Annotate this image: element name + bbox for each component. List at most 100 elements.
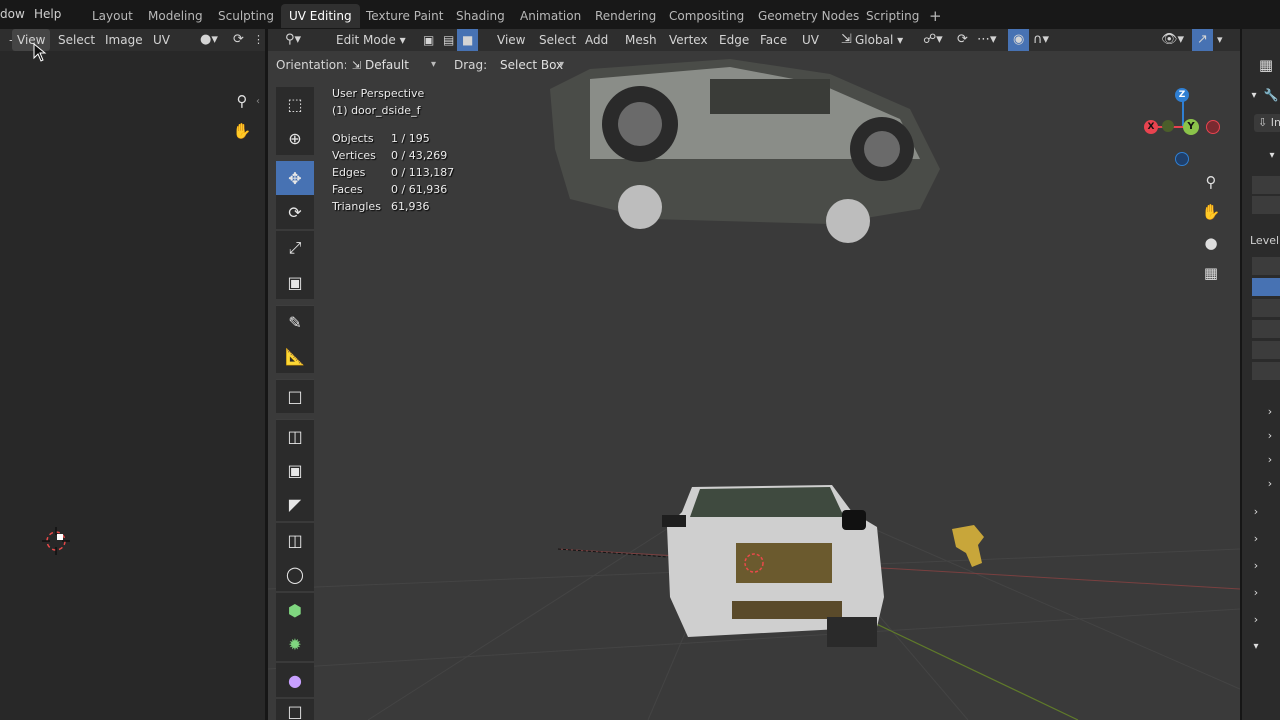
tab-compositing[interactable]: Compositing	[661, 4, 752, 28]
list-item-selected[interactable]	[1252, 278, 1280, 296]
expand-arrow-icon[interactable]: ›	[1262, 447, 1278, 471]
camera-view-icon[interactable]: ●	[1199, 231, 1223, 255]
list-item-6[interactable]	[1252, 362, 1280, 380]
vp-menu-add[interactable]: Add	[580, 29, 613, 51]
tab-rendering[interactable]: Rendering	[587, 4, 664, 28]
wrench-icon[interactable]: 🔧	[1262, 83, 1280, 107]
property-field-2[interactable]	[1252, 196, 1280, 214]
tab-animation[interactable]: Animation	[512, 4, 589, 28]
visibility-icon[interactable]: 👁▾	[1156, 29, 1189, 51]
subpanel-arrow-icon[interactable]: ▾	[1264, 143, 1280, 167]
bevel-tool-icon[interactable]: ◤	[276, 487, 314, 521]
tab-sculpting[interactable]: Sculpting	[210, 4, 282, 28]
list-item-5[interactable]	[1252, 341, 1280, 359]
properties-panel[interactable]: ▦ ▾ 🔧 ⇩ In ▾ Level › › › › › › › › › ▾	[1240, 29, 1280, 720]
expand-arrow-icon[interactable]: ›	[1248, 607, 1264, 631]
snap-icon[interactable]: ⟳	[952, 29, 973, 51]
gizmo-neg-y-axis[interactable]	[1162, 120, 1174, 132]
tab-modeling[interactable]: Modeling	[140, 4, 211, 28]
expand-arrow-icon[interactable]: ›	[1248, 526, 1264, 550]
perspective-toggle-icon[interactable]: ▦	[1199, 261, 1223, 285]
proportional-edit-icon[interactable]: ◉	[1008, 29, 1030, 51]
scale-tool-icon[interactable]: ⤢	[276, 231, 314, 265]
cursor-tool-icon[interactable]: ⊕	[276, 121, 314, 155]
gizmo-x-axis[interactable]: X	[1144, 120, 1158, 134]
measure-tool-icon[interactable]: 📐	[276, 339, 314, 373]
mode-selector[interactable]: Edit Mode ▾	[316, 29, 411, 51]
snap-target-icon[interactable]: ⋯▾	[972, 29, 1002, 51]
move-tool-icon[interactable]: ✥	[276, 161, 314, 195]
vertex-select-icon[interactable]: ▣	[418, 29, 439, 51]
properties-button[interactable]: ⇩ In	[1254, 114, 1280, 132]
pivot-point-icon[interactable]: ●▾	[195, 29, 223, 51]
smooth-tool-icon[interactable]: ●	[276, 663, 314, 697]
expand-arrow-icon[interactable]: ›	[1248, 553, 1264, 577]
tab-geometry-nodes[interactable]: Geometry Nodes	[750, 4, 867, 28]
vp-menu-face[interactable]: Face	[755, 29, 792, 51]
uv-menu-select[interactable]: Select	[53, 29, 100, 51]
pivot-icon[interactable]: ☍▾	[918, 29, 948, 51]
expand-arrow-icon[interactable]: ›	[1248, 580, 1264, 604]
gizmo-y-axis[interactable]: Y	[1183, 119, 1199, 135]
spin-tool-icon[interactable]: ✹	[276, 627, 314, 661]
navigation-gizmo[interactable]: Z Y X	[1138, 84, 1228, 174]
shear-tool-icon[interactable]: □	[276, 699, 314, 720]
zoom-view-icon[interactable]: ⚲	[1199, 170, 1223, 194]
vp-menu-vertex[interactable]: Vertex	[664, 29, 713, 51]
properties-extra-icon[interactable]: ▦	[1254, 53, 1278, 77]
tab-texture-paint[interactable]: Texture Paint	[358, 4, 451, 28]
list-item-4[interactable]	[1252, 320, 1280, 338]
menu-window[interactable]: dow	[0, 0, 25, 29]
expand-arrow-icon[interactable]: ›	[1262, 423, 1278, 447]
menu-help[interactable]: Help	[34, 0, 61, 29]
collapse-arrow-icon[interactable]: ‹	[252, 89, 264, 113]
collapse-down-icon[interactable]: ▾	[1248, 634, 1264, 658]
expand-arrow-icon[interactable]: ›	[1248, 499, 1264, 523]
collapse-down-icon[interactable]: ▾	[1246, 83, 1262, 107]
extrude-tool-icon[interactable]: ◫	[276, 419, 314, 453]
tab-shading[interactable]: Shading	[448, 4, 513, 28]
uv-menu-uv[interactable]: UV	[148, 29, 175, 51]
tab-layout[interactable]: Layout	[84, 4, 141, 28]
3d-viewport[interactable]: ⚲▾ Edit Mode ▾ ▣ ▤ ■ View Select Add Mes…	[268, 29, 1240, 720]
pan-view-icon[interactable]: ✋	[1199, 200, 1223, 224]
tab-uv-editing[interactable]: UV Editing	[281, 4, 360, 28]
annotate-tool-icon[interactable]: ✎	[276, 305, 314, 339]
uv-sync-icon[interactable]: ⟳	[228, 29, 249, 51]
gizmo-z-axis[interactable]: Z	[1175, 88, 1189, 102]
gizmo-toggle-icon[interactable]: ↗	[1192, 29, 1213, 51]
list-item-3[interactable]	[1252, 299, 1280, 317]
uv-menu-image[interactable]: Image	[100, 29, 148, 51]
expand-arrow-icon[interactable]: ›	[1262, 471, 1278, 495]
editor-type-3d-icon[interactable]: ⚲▾	[280, 29, 306, 51]
vp-menu-edge[interactable]: Edge	[714, 29, 754, 51]
falloff-icon[interactable]: ∩▾	[1028, 29, 1054, 51]
add-cube-tool-icon[interactable]: □	[276, 379, 314, 413]
vp-menu-select[interactable]: Select	[534, 29, 581, 51]
gizmo-neg-z-axis[interactable]	[1175, 152, 1189, 166]
list-item-1[interactable]	[1252, 257, 1280, 275]
tab-scripting[interactable]: Scripting	[858, 4, 927, 28]
transform-tool-icon[interactable]: ▣	[276, 265, 314, 299]
vp-menu-view[interactable]: View	[492, 29, 530, 51]
loop-cut-tool-icon[interactable]: ◫	[276, 523, 314, 557]
expand-arrow-icon[interactable]: ›	[1262, 399, 1278, 423]
zoom-icon[interactable]: ⚲	[230, 89, 254, 113]
vp-menu-mesh[interactable]: Mesh	[620, 29, 662, 51]
select-box-tool-icon[interactable]: ⬚	[276, 87, 314, 121]
gizmo-dropdown-icon[interactable]: ▾	[1212, 29, 1228, 51]
hand-pan-icon[interactable]: ✋	[230, 119, 254, 143]
face-select-icon[interactable]: ■	[457, 29, 479, 51]
orientation-dropdown[interactable]: ⇲ Default	[346, 56, 440, 74]
inset-tool-icon[interactable]: ▣	[276, 453, 314, 487]
gizmo-neg-x-axis[interactable]	[1206, 120, 1220, 134]
drag-dropdown[interactable]: Select Box	[494, 56, 568, 74]
knife-tool-icon[interactable]: ◯	[276, 557, 314, 591]
add-workspace-button[interactable]: +	[921, 4, 950, 28]
vp-menu-uv[interactable]: UV	[797, 29, 824, 51]
poly-build-tool-icon[interactable]: ⬢	[276, 593, 314, 627]
uv-editor-panel[interactable]: — View Select Image UV ●▾ ⟳ ⋮ ⚲ ✋ ‹	[0, 29, 266, 720]
rotate-tool-icon[interactable]: ⟳	[276, 195, 314, 229]
transform-orientation-dropdown[interactable]: Global ▾	[850, 29, 908, 51]
property-field-1[interactable]	[1252, 176, 1280, 194]
